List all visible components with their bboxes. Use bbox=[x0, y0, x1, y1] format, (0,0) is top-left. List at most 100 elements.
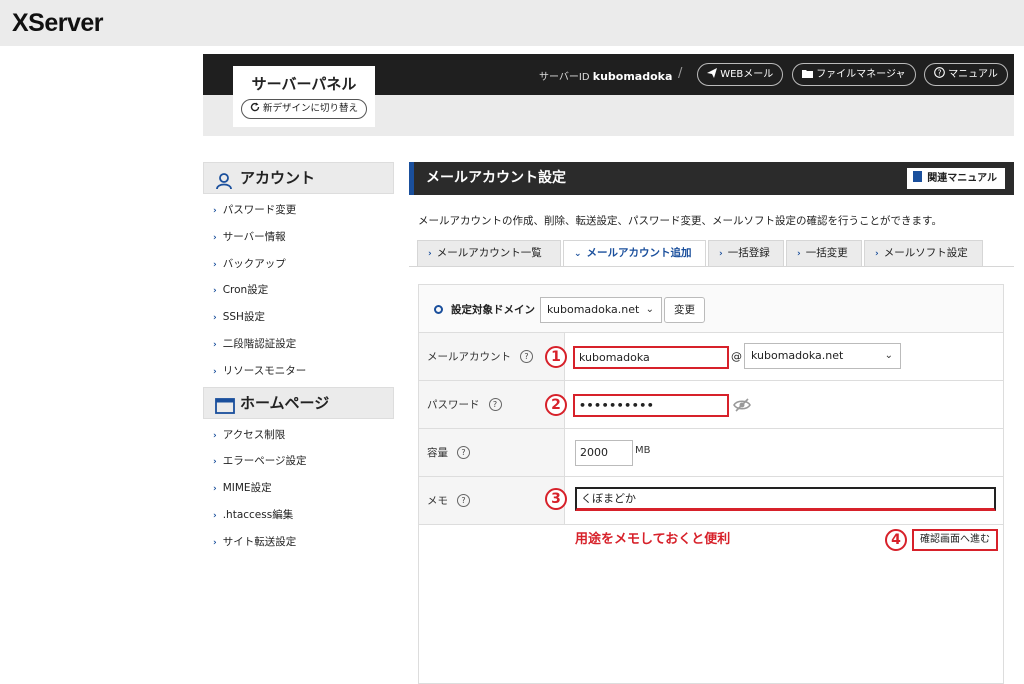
file-manager-button-label: ファイルマネージャ bbox=[816, 69, 906, 80]
book-icon bbox=[913, 171, 923, 182]
related-manual-button[interactable]: 関連マニュアル bbox=[907, 168, 1005, 189]
manual-button[interactable]: ? マニュアル bbox=[924, 63, 1008, 86]
eye-slash-icon[interactable] bbox=[733, 398, 751, 412]
tab-account-list[interactable]: › メールアカウント一覧 bbox=[417, 240, 561, 267]
sidebar-item-password[interactable]: › パスワード変更 bbox=[203, 197, 394, 224]
tab-label: メールソフト設定 bbox=[883, 247, 968, 259]
switch-design-button[interactable]: 新デザインに切り替え bbox=[241, 99, 367, 119]
tab-label: メールアカウント追加 bbox=[586, 247, 692, 259]
user-icon bbox=[215, 170, 233, 190]
sidebar-item-two-factor[interactable]: › 二段階認証設定 bbox=[203, 331, 394, 358]
page-title: メールアカウント設定 bbox=[426, 170, 566, 186]
capacity-input[interactable]: 2000 bbox=[575, 440, 633, 466]
mail-domain-select[interactable]: kubomadoka.net ⌄ bbox=[744, 343, 901, 369]
change-domain-button[interactable]: 変更 bbox=[664, 297, 705, 323]
tab-label: 一括登録 bbox=[727, 247, 770, 259]
page-description: メールアカウントの作成、削除、転送設定、パスワード変更、メールソフト設定の確認を… bbox=[418, 215, 942, 227]
tab-bulk-change[interactable]: › 一括変更 bbox=[786, 240, 862, 267]
sidebar-item-label: 二段階認証設定 bbox=[222, 337, 297, 350]
sidebar-section-title: アカウント bbox=[240, 169, 316, 187]
chevron-right-icon: › bbox=[213, 259, 217, 270]
manual-button-label: マニュアル bbox=[948, 69, 998, 80]
password-row: パスワード? 2 •••••••••• bbox=[419, 381, 1003, 429]
capacity-label: 容量? bbox=[419, 429, 565, 476]
tab-label: 一括変更 bbox=[805, 247, 848, 259]
webmail-button[interactable]: WEBメール bbox=[697, 63, 784, 86]
chevron-right-icon: › bbox=[797, 249, 801, 259]
field-label: 容量 bbox=[427, 447, 448, 459]
related-manual-label: 関連マニュアル bbox=[927, 173, 997, 184]
sidebar-item-error-page[interactable]: › エラーページ設定 bbox=[203, 448, 394, 475]
password-input[interactable]: •••••••••• bbox=[573, 394, 729, 417]
chevron-right-icon: › bbox=[213, 366, 217, 377]
browser-window-icon bbox=[215, 395, 235, 414]
tab-add-account[interactable]: ⌄ メールアカウント追加 bbox=[563, 240, 706, 267]
header-separator: / bbox=[678, 66, 683, 81]
mail-domain-value: kubomadoka.net bbox=[751, 349, 844, 362]
top-bar: XServer bbox=[0, 0, 1024, 46]
sidebar-item-ssh[interactable]: › SSH設定 bbox=[203, 304, 394, 331]
annotation-1: 1 bbox=[545, 346, 567, 368]
sidebar-item-mime[interactable]: › MIME設定 bbox=[203, 475, 394, 502]
chevron-down-icon: ⌄ bbox=[645, 304, 654, 315]
sidebar-item-site-redirect[interactable]: › サイト転送設定 bbox=[203, 529, 394, 556]
sidebar-item-server-info[interactable]: › サーバー情報 bbox=[203, 224, 394, 251]
sidebar-item-cron[interactable]: › Cron設定 bbox=[203, 277, 394, 304]
panel-header: サーバーID kubomadoka / WEBメール ファイルマネージャ ? マ… bbox=[203, 54, 1014, 136]
tab-bulk-register[interactable]: › 一括登録 bbox=[708, 240, 784, 267]
server-id-value: kubomadoka bbox=[592, 70, 673, 83]
password-label: パスワード? bbox=[419, 381, 565, 428]
switch-design-label: 新デザインに切り替え bbox=[263, 103, 359, 114]
main-content: メールアカウント設定 関連マニュアル メールアカウントの作成、削除、転送設定、パ… bbox=[409, 162, 1014, 684]
target-domain-row: 設定対象ドメイン kubomadoka.net ⌄ 変更 bbox=[419, 285, 1003, 333]
sidebar-section-homepage: ホームページ bbox=[203, 386, 394, 419]
memo-annotation-note: 用途をメモしておくと便利 bbox=[575, 532, 731, 547]
circle-bullet-icon bbox=[434, 305, 443, 314]
sidebar-item-htaccess[interactable]: › .htaccess編集 bbox=[203, 502, 394, 529]
sidebar-item-resource-monitor[interactable]: › リソースモニター bbox=[203, 358, 394, 385]
xserver-logo[interactable]: XServer bbox=[12, 9, 104, 38]
chevron-right-icon: › bbox=[213, 286, 217, 297]
sidebar-section-account: アカウント bbox=[203, 162, 394, 194]
chevron-right-icon: › bbox=[213, 232, 217, 243]
help-icon[interactable]: ? bbox=[457, 494, 470, 507]
chevron-right-icon: › bbox=[719, 249, 723, 259]
tab-label: メールアカウント一覧 bbox=[436, 247, 542, 259]
chevron-down-icon: ⌄ bbox=[884, 350, 893, 361]
mail-account-row: メールアカウント? 1 kubomadoka @ kubomadoka.net … bbox=[419, 333, 1003, 381]
confirm-button[interactable]: 確認画面へ進む bbox=[912, 529, 998, 551]
chevron-right-icon: › bbox=[213, 537, 217, 548]
annotation-3: 3 bbox=[545, 488, 567, 510]
mail-account-label: メールアカウント? bbox=[419, 333, 565, 380]
sidebar-item-backup[interactable]: › バックアップ bbox=[203, 251, 394, 278]
chevron-right-icon: › bbox=[213, 430, 217, 441]
file-manager-button[interactable]: ファイルマネージャ bbox=[792, 63, 916, 86]
annotation-4: 4 bbox=[885, 529, 907, 551]
target-domain-label: 設定対象ドメイン bbox=[451, 304, 535, 316]
mail-account-input[interactable]: kubomadoka bbox=[573, 346, 729, 369]
folder-icon bbox=[802, 69, 816, 80]
sidebar-item-label: Cron設定 bbox=[222, 284, 269, 297]
chevron-right-icon: › bbox=[428, 249, 432, 259]
chevron-right-icon: › bbox=[213, 457, 217, 468]
chevron-down-icon: ⌄ bbox=[574, 249, 582, 259]
memo-input[interactable]: くぼまどか bbox=[575, 487, 996, 511]
chevron-right-icon: › bbox=[213, 313, 217, 324]
help-icon[interactable]: ? bbox=[457, 446, 470, 459]
sidebar-item-access-restriction[interactable]: › アクセス制限 bbox=[203, 422, 394, 449]
help-icon[interactable]: ? bbox=[520, 350, 533, 363]
field-label: メールアカウント bbox=[427, 351, 511, 363]
tab-mail-software[interactable]: › メールソフト設定 bbox=[864, 240, 983, 267]
question-circle-icon: ? bbox=[934, 67, 948, 80]
tab-divider bbox=[409, 266, 1014, 267]
target-domain-select[interactable]: kubomadoka.net ⌄ bbox=[540, 297, 662, 323]
refresh-icon bbox=[250, 102, 263, 114]
sidebar-item-label: SSH設定 bbox=[222, 311, 265, 324]
help-icon[interactable]: ? bbox=[488, 398, 502, 411]
sidebar-item-label: サーバー情報 bbox=[222, 230, 286, 243]
server-id: サーバーID kubomadoka bbox=[539, 68, 672, 83]
annotation-2: 2 bbox=[545, 394, 567, 416]
capacity-row: 容量? 2000 MB bbox=[419, 429, 1003, 477]
sidebar-section-title: ホームページ bbox=[240, 393, 330, 412]
sidebar: アカウント › パスワード変更 › サーバー情報 › バックアップ › Cron設定 ›… bbox=[203, 162, 394, 556]
